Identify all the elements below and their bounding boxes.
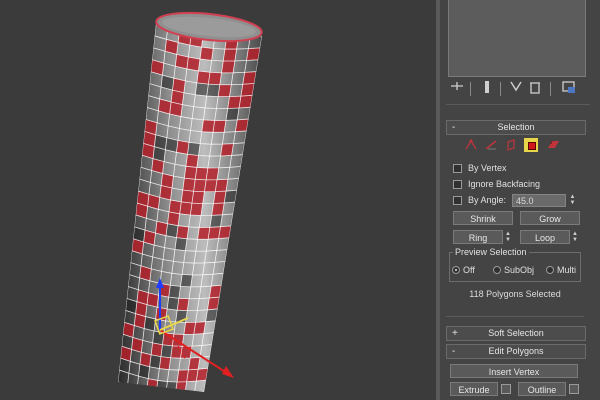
selected-polygon	[208, 72, 222, 85]
preview-off-label: Off	[463, 265, 475, 275]
selected-polygon	[195, 167, 208, 180]
shadow-patch	[195, 82, 209, 97]
modifier-stack-toolbar	[446, 80, 586, 98]
insert-vertex-button[interactable]: Insert Vertex	[450, 364, 578, 378]
polygon-icon[interactable]	[524, 138, 538, 152]
selected-polygon	[181, 189, 194, 204]
vertex-icon[interactable]	[464, 138, 478, 152]
toolbar-separator	[470, 82, 471, 96]
by-angle-spinner-field[interactable]: 45.0	[512, 194, 566, 207]
toolbar-divider	[446, 104, 590, 105]
selected-polygon	[193, 179, 207, 192]
grow-button[interactable]: Grow	[520, 211, 580, 225]
remove-modifier-icon[interactable]	[526, 80, 544, 98]
by-vertex-label: By Vertex	[468, 163, 507, 173]
loop-label: Loop	[534, 233, 556, 243]
preview-subobj-label: SubObj	[504, 265, 535, 275]
outline-settings-button[interactable]	[569, 384, 579, 394]
subobject-level-buttons	[464, 138, 564, 154]
selected-polygon	[184, 166, 197, 180]
preview-off-radio[interactable]	[452, 266, 460, 274]
selected-polygon	[221, 60, 235, 73]
ring-label: Ring	[468, 233, 488, 243]
selected-polygon	[169, 199, 182, 214]
selected-polygon	[185, 154, 199, 168]
object-preview-area	[448, 0, 586, 77]
preview-multi-label: Multi	[557, 265, 577, 275]
edge-icon[interactable]	[484, 138, 498, 152]
border-icon[interactable]	[504, 138, 518, 152]
gizmo-x-arrow	[222, 366, 234, 378]
selected-polygon	[179, 201, 192, 216]
rollout-title: Soft Selection	[488, 328, 544, 338]
selected-polygon	[223, 49, 237, 61]
loop-button[interactable]: Loop ▲ ▼	[520, 230, 578, 244]
shrink-button[interactable]: Shrink	[453, 211, 513, 225]
configure-modifier-sets-icon[interactable]	[560, 80, 578, 98]
preview-multi-radio[interactable]	[546, 266, 554, 274]
selected-polygon	[199, 47, 214, 61]
shadow-patch	[166, 223, 179, 238]
selected-polygon	[176, 140, 190, 155]
selected-polygon	[196, 70, 210, 85]
selected-polygon	[146, 378, 158, 392]
element-icon[interactable]	[546, 138, 560, 152]
selected-polygon	[151, 342, 163, 357]
outline-button[interactable]: Outline	[518, 382, 566, 396]
app-window: - Selection By Vertex Ignore Backfacing …	[0, 0, 600, 400]
show-end-result-icon[interactable]	[478, 80, 496, 98]
preview-selection-title: Preview Selection	[453, 247, 529, 258]
extrude-settings-button[interactable]	[501, 384, 511, 394]
soft-selection-rollout-header[interactable]: + Soft Selection	[446, 326, 586, 341]
shadow-patch	[206, 84, 220, 97]
edit-polygons-rollout-header[interactable]: - Edit Polygons	[446, 344, 586, 359]
shadow-patch	[174, 237, 188, 251]
selected-polygon	[176, 225, 189, 239]
selected-polygon	[190, 203, 203, 216]
selected-polygon	[212, 120, 226, 133]
rollout-collapse-icon: -	[452, 346, 456, 357]
rollout-title: Selection	[497, 122, 535, 132]
selected-polygon	[191, 191, 205, 204]
selected-polygon	[218, 84, 232, 97]
rollout-expand-icon: +	[452, 328, 458, 339]
preview-subobj-radio[interactable]	[493, 266, 501, 274]
make-unique-icon[interactable]	[508, 80, 526, 98]
extrude-button[interactable]: Extrude	[450, 382, 498, 396]
rollout-collapse-icon: -	[452, 122, 456, 133]
selected-polygon	[182, 178, 196, 192]
ignore-backfacing-checkbox[interactable]	[453, 180, 462, 189]
ring-button[interactable]: Ring ▲ ▼	[453, 230, 511, 244]
toolbar-separator	[550, 82, 551, 96]
rollout-title: Edit Polygons	[488, 346, 544, 356]
cylinder-mesh[interactable]	[0, 0, 436, 400]
by-angle-checkbox[interactable]	[453, 196, 462, 205]
selection-rollout-header[interactable]: - Selection	[446, 120, 586, 135]
perspective-viewport[interactable]	[0, 0, 436, 400]
by-angle-spinner-arrows[interactable]: ▲ ▼	[568, 194, 577, 207]
loop-spinner-arrows[interactable]: ▲ ▼	[571, 231, 579, 243]
panel-separator	[446, 316, 584, 317]
polygon-icon-fill	[528, 142, 536, 150]
ring-spinner-arrows[interactable]: ▲ ▼	[504, 231, 512, 243]
selection-status-text: 118 Polygons Selected	[469, 289, 561, 299]
selected-polygon	[167, 211, 180, 226]
selected-polygon	[201, 119, 215, 133]
ignore-backfacing-label: Ignore Backfacing	[468, 179, 541, 189]
by-vertex-checkbox[interactable]	[453, 164, 462, 173]
pin-stack-icon[interactable]	[448, 80, 466, 98]
by-angle-label: By Angle:	[468, 195, 507, 205]
shadow-patch	[187, 142, 201, 156]
toolbar-separator	[500, 82, 501, 96]
